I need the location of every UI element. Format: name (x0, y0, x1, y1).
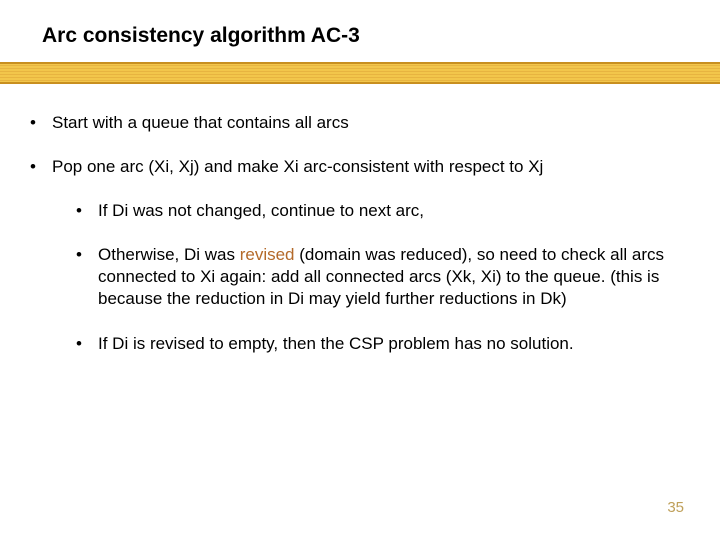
text-run: Otherwise, Di was (98, 245, 240, 264)
bullet-level2: • If Di is revised to empty, then the CS… (76, 333, 692, 355)
bullet-text: Start with a queue that contains all arc… (52, 112, 692, 134)
bullet-level2: • If Di was not changed, continue to nex… (76, 200, 692, 222)
page-number: 35 (667, 499, 684, 516)
bullet-level2: • Otherwise, Di was revised (domain was … (76, 244, 692, 310)
bullet-text: If Di was not changed, continue to next … (98, 200, 692, 222)
slide-body: • Start with a queue that contains all a… (28, 112, 692, 377)
bullet-glyph: • (76, 333, 98, 355)
bullet-glyph: • (28, 112, 52, 134)
highlighted-word: revised (240, 245, 295, 264)
bullet-text: If Di is revised to empty, then the CSP … (98, 333, 692, 355)
slide: Arc consistency algorithm AC-3 • Start w… (0, 0, 720, 540)
bullet-glyph: • (28, 156, 52, 178)
bullet-glyph: • (76, 200, 98, 222)
bullet-level1: • Pop one arc (Xi, Xj) and make Xi arc-c… (28, 156, 692, 178)
bullet-text: Pop one arc (Xi, Xj) and make Xi arc-con… (52, 156, 692, 178)
slide-title: Arc consistency algorithm AC-3 (42, 24, 360, 48)
bullet-glyph: • (76, 244, 98, 310)
title-underline-stripe (0, 62, 720, 84)
bullet-level1: • Start with a queue that contains all a… (28, 112, 692, 134)
bullet-text: Otherwise, Di was revised (domain was re… (98, 244, 692, 310)
